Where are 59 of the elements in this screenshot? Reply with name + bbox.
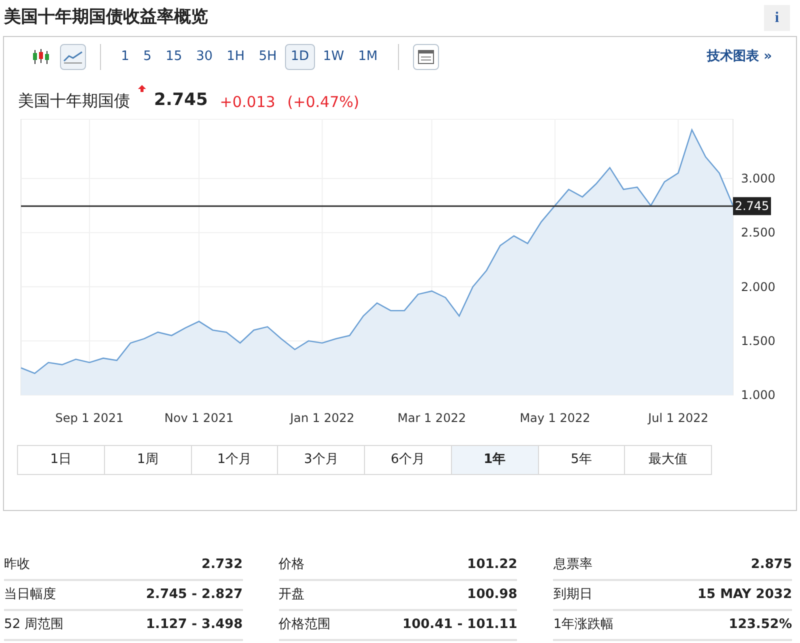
y-axis-label: 1.000 (741, 388, 776, 402)
stat-value: 101.22 (467, 556, 518, 574)
stat-label: 价格范围 (278, 616, 331, 634)
interval-button[interactable]: 1D (284, 44, 316, 70)
page-title: 美国十年期国债收益率概览 (4, 6, 208, 30)
stat-label: 当日幅度 (4, 586, 56, 604)
stat-label: 52 周范围 (4, 616, 64, 634)
interval-button[interactable]: 1M (352, 44, 384, 70)
y-axis-label: 1.500 (741, 334, 776, 348)
x-axis-label: Sep 1 2021 (55, 411, 124, 425)
stat-value: 2.745 - 2.827 (146, 586, 243, 604)
stat-label: 1年涨跌幅 (553, 616, 614, 634)
up-arrow-icon (138, 85, 146, 92)
range-tab[interactable]: 最大值 (624, 445, 712, 475)
interval-button[interactable]: 15 (160, 44, 188, 70)
x-axis-label: Jan 1 2022 (290, 411, 354, 425)
candlestick-icon (32, 49, 50, 65)
stat-value: 100.98 (467, 586, 518, 604)
range-tab[interactable]: 3个月 (277, 445, 365, 475)
x-axis-label: Mar 1 2022 (398, 411, 466, 425)
stat-value: 15 MAY 2032 (698, 586, 792, 604)
info-button[interactable]: i (764, 5, 790, 31)
interval-button[interactable]: 30 (190, 44, 219, 70)
bond-name: 美国十年期国债 (18, 90, 130, 112)
current-value-label: 2.745 (733, 197, 771, 216)
stat-value: 2.732 (202, 556, 243, 574)
interval-button[interactable]: 1 (115, 44, 136, 70)
interval-button[interactable]: 5 (137, 44, 158, 70)
interval-button[interactable]: 1W (317, 44, 350, 70)
range-tab[interactable]: 1周 (104, 445, 192, 475)
interval-button[interactable]: 1H (220, 44, 251, 70)
range-tab[interactable]: 1年 (450, 445, 538, 475)
range-tab[interactable]: 1个月 (190, 445, 278, 475)
stat-label: 到期日 (553, 586, 592, 604)
stat-label: 息票率 (553, 556, 592, 574)
table-view-button[interactable] (412, 44, 439, 70)
range-tab[interactable]: 1日 (17, 445, 105, 475)
technical-chart-link[interactable]: 技术图表 » (707, 47, 772, 67)
stat-value: 1.127 - 3.498 (146, 616, 243, 634)
y-axis-label: 3.000 (741, 172, 776, 186)
range-tab[interactable]: 6个月 (364, 445, 452, 475)
price-change: +0.013 (220, 92, 276, 112)
stat-value: 100.41 - 101.11 (402, 616, 518, 634)
stat-label: 价格 (278, 556, 305, 574)
x-axis-label: May 1 2022 (520, 411, 590, 425)
x-axis-label: Jul 1 2022 (648, 411, 708, 425)
stat-value: 2.875 (750, 556, 792, 574)
price: 2.745 (154, 88, 208, 112)
interval-button[interactable]: 5H (252, 44, 283, 70)
stat-value: 123.52% (728, 616, 792, 634)
y-axis-label: 2.000 (741, 280, 776, 294)
stat-label: 开盘 (278, 586, 305, 604)
x-axis-label: Nov 1 2021 (164, 411, 234, 425)
y-axis-label: 2.500 (741, 226, 776, 240)
range-tab[interactable]: 5年 (538, 445, 626, 475)
percent-change: (+0.47%) (287, 92, 360, 112)
line-chart-icon (63, 50, 83, 64)
stat-label: 昨收 (4, 556, 30, 574)
table-icon (418, 50, 434, 64)
